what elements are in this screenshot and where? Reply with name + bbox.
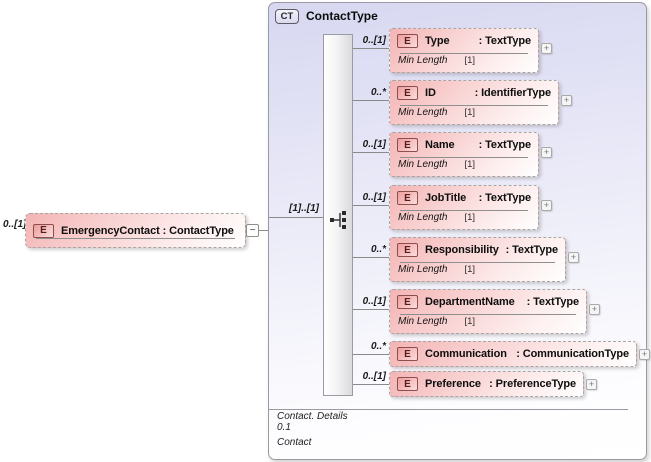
sequence-cardinality-label: [1]..[1] (289, 203, 319, 214)
connector-line (353, 384, 389, 385)
element-icon: E (397, 86, 418, 100)
element-box-communication[interactable]: E Communication : CommunicationType (389, 341, 637, 367)
contacttype-container: CT ContactType [1]..[1] 0..[1] E Type : … (268, 2, 650, 460)
element-icon: E (397, 295, 418, 309)
facet-name: Min Length (398, 55, 448, 66)
element-name: Type (425, 35, 450, 47)
element-box-departmentname[interactable]: E DepartmentName : TextType Min Length [… (389, 289, 587, 334)
element-name: Communication (425, 348, 507, 360)
complex-type-badge: CT (275, 9, 299, 24)
element-box-jobtitle[interactable]: E JobTitle : TextType Min Length [1] (389, 185, 539, 230)
element-box-id[interactable]: E ID : IdentifierType Min Length [1] (389, 80, 559, 125)
connector-line (353, 257, 389, 258)
facet-value: [1] (464, 55, 476, 66)
facet-value: [1] (464, 159, 476, 170)
connector-line (353, 100, 389, 101)
facet-name: Min Length (398, 159, 448, 170)
element-type: : TextType (526, 296, 579, 308)
facet-row: Min Length [1] (390, 157, 538, 178)
cardinality-label: 0..[1] (362, 35, 386, 46)
cardinality-label: 0..[1] (362, 139, 386, 150)
connector-line (353, 205, 389, 206)
cardinality-label: 0..* (370, 341, 386, 352)
element-name: Responsibility (425, 244, 499, 256)
expand-button[interactable]: + (568, 252, 579, 263)
root-cardinality-label: 0..[1] (3, 219, 27, 230)
element-type: : TextType (505, 244, 558, 256)
element-icon: E (397, 243, 418, 257)
expand-button[interactable]: + (541, 43, 552, 54)
connector-line (353, 354, 389, 355)
facet-value: [1] (464, 264, 476, 275)
facet-value: [1] (464, 212, 476, 223)
element-icon: E (397, 347, 418, 361)
element-box-emergencycontact[interactable]: E EmergencyContact : ContactType (25, 213, 246, 248)
element-icon: E (397, 191, 418, 205)
expand-button[interactable]: + (639, 349, 650, 360)
element-name: Preference (425, 378, 481, 390)
root-connector-line (259, 230, 268, 231)
expand-button[interactable]: + (589, 304, 600, 315)
element-icon: E (397, 34, 418, 48)
facet-row: Min Length [1] (390, 105, 558, 126)
expand-button[interactable]: + (541, 147, 552, 158)
sequence-icon[interactable] (329, 210, 349, 229)
connector-line (353, 152, 389, 153)
element-name: DepartmentName (425, 296, 515, 308)
element-icon: E (397, 377, 418, 391)
connector-line (353, 48, 389, 49)
cardinality-label: 0..[1] (362, 192, 386, 203)
facet-row: Min Length [1] (390, 53, 538, 74)
element-type: : TextType (478, 192, 531, 204)
facet-name: Min Length (398, 212, 448, 223)
connector-line (353, 309, 389, 310)
expand-button[interactable]: + (541, 200, 552, 211)
expand-button[interactable]: + (586, 379, 597, 390)
element-box-type[interactable]: E Type : TextType Min Length [1] (389, 28, 539, 73)
element-type: : PreferenceType (489, 378, 576, 390)
complex-type-title: ContactType (306, 9, 378, 23)
element-name: ID (425, 87, 436, 99)
element-box-preference[interactable]: E Preference : PreferenceType (389, 371, 584, 397)
footer-annotation-line2: 0.1 (277, 422, 291, 433)
cardinality-label: 0..* (370, 87, 386, 98)
element-type: : IdentifierType (474, 87, 552, 99)
cardinality-label: 0..* (370, 244, 386, 255)
element-label: EmergencyContact : ContactType (61, 224, 234, 237)
element-name: Name (425, 139, 455, 151)
facet-row: Min Length [1] (390, 210, 538, 231)
element-icon: E (397, 138, 418, 152)
expand-button[interactable]: + (561, 95, 572, 106)
footer-annotation-line1: Contact. Details (277, 411, 348, 422)
footer-divider (269, 409, 628, 410)
facet-name: Min Length (398, 264, 448, 275)
element-type: : TextType (478, 35, 531, 47)
facet-value: [1] (464, 316, 476, 327)
element-icon: E (33, 223, 54, 238)
cardinality-label: 0..[1] (362, 371, 386, 382)
footer-annotation-line3: Contact (277, 437, 312, 448)
collapse-handle[interactable]: − (246, 224, 259, 237)
cardinality-label: 0..[1] (362, 296, 386, 307)
facet-value: [1] (464, 107, 476, 118)
element-box-name[interactable]: E Name : TextType Min Length [1] (389, 132, 539, 177)
facet-row: Min Length [1] (390, 262, 565, 283)
element-name: JobTitle (425, 192, 467, 204)
element-type: : CommunicationType (516, 348, 629, 360)
sequence-connector-line (269, 217, 323, 218)
element-type: : TextType (478, 139, 531, 151)
facet-row: Min Length [1] (390, 314, 586, 335)
facet-name: Min Length (398, 107, 448, 118)
xsd-diagram-canvas: 0..[1] E EmergencyContact : ContactType … (0, 0, 651, 462)
facet-name: Min Length (398, 316, 448, 327)
element-box-responsibility[interactable]: E Responsibility : TextType Min Length [… (389, 237, 566, 282)
